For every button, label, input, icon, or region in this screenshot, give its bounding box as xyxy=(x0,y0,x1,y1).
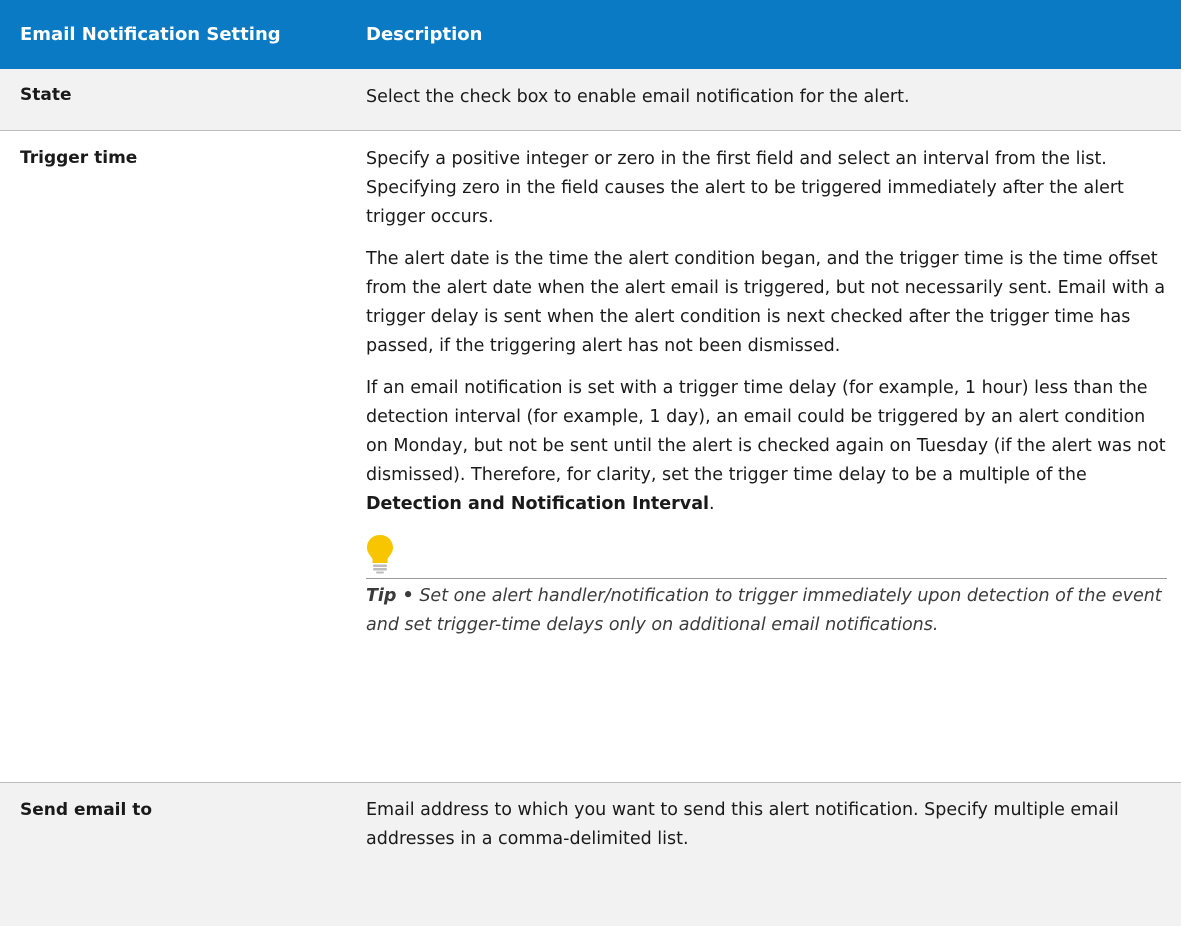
paragraph-text: If an email notification is set with a t… xyxy=(366,378,1166,485)
tip-note: Tip • Set one alert handler/notification… xyxy=(366,582,1167,640)
description-paragraph: If an email notification is set with a t… xyxy=(366,374,1167,519)
setting-trigger-time: Trigger time xyxy=(20,148,138,168)
setting-send-email-to: Send email to xyxy=(20,800,153,820)
description-send-email-to: Email address to which you want to send … xyxy=(353,783,1181,926)
table-row-send-email-to: Send email to Email address to which you… xyxy=(0,783,1181,926)
paragraph-end: . xyxy=(709,494,715,514)
description-trigger-time: Specify a positive integer or zero in th… xyxy=(353,131,1181,782)
tip-text: Set one alert handler/notification to tr… xyxy=(366,586,1162,635)
description-paragraph: Specify a positive integer or zero in th… xyxy=(366,149,1124,227)
description-state: Select the check box to enable email not… xyxy=(353,69,1181,130)
lightbulb-icon xyxy=(367,535,393,574)
header-setting: Email Notification Setting xyxy=(20,24,281,45)
table-header: Email Notification Setting Description xyxy=(0,0,1181,69)
settings-table: Email Notification Setting Description S… xyxy=(0,0,1181,926)
header-description: Description xyxy=(366,24,483,45)
table-row-trigger-time: Trigger time Specify a positive integer … xyxy=(0,131,1181,783)
description-paragraph: Select the check box to enable email not… xyxy=(366,87,910,107)
description-paragraph: The alert date is the time the alert con… xyxy=(366,249,1166,356)
tip-divider xyxy=(366,578,1167,579)
setting-state: State xyxy=(20,85,72,105)
table-row-state: State Select the check box to enable ema… xyxy=(0,69,1181,131)
detection-interval-ref: Detection and Notification Interval xyxy=(366,494,710,514)
tip-label: Tip • xyxy=(366,586,414,606)
description-paragraph: Email address to which you want to send … xyxy=(366,800,1119,849)
